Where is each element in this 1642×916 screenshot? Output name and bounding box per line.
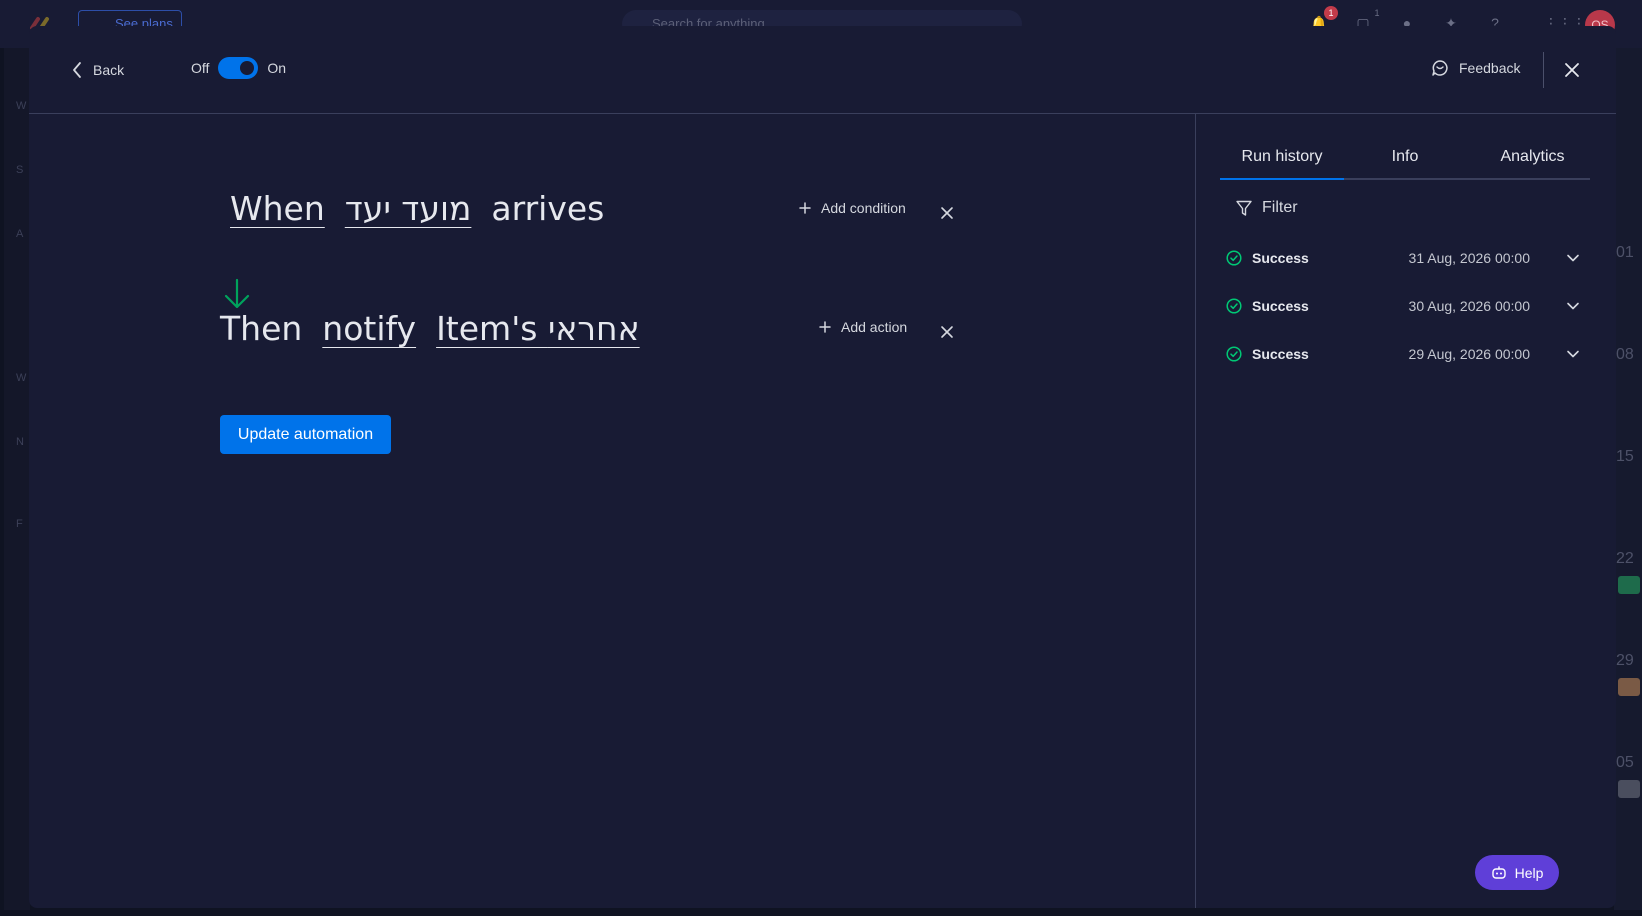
run-date: 31 Aug, 2026 00:00 <box>1408 250 1530 266</box>
calendar-event-block <box>1618 678 1640 696</box>
run-date: 30 Aug, 2026 00:00 <box>1408 298 1530 314</box>
automation-recipe-editor: When מועד יעד arrives Add condition Then… <box>29 114 1195 908</box>
success-check-icon <box>1226 298 1242 314</box>
inbox-badge: 1 <box>1374 8 1380 18</box>
chevron-down-icon[interactable] <box>1566 347 1580 361</box>
run-status: Success <box>1252 298 1309 314</box>
trigger-verb-text: arrives <box>491 189 605 228</box>
side-panel-tabs: Run history Info Analytics <box>1220 142 1590 180</box>
tab-info[interactable]: Info <box>1360 142 1450 178</box>
update-automation-button[interactable]: Update automation <box>220 415 391 454</box>
tab-analytics[interactable]: Analytics <box>1475 142 1590 178</box>
chevron-down-icon[interactable] <box>1566 251 1580 265</box>
notifications-badge: 1 <box>1324 6 1338 20</box>
success-check-icon <box>1226 250 1242 266</box>
left-nav-item[interactable]: S <box>16 164 23 176</box>
calendar-day-label: 08 <box>1616 346 1634 363</box>
run-history-row[interactable]: Success 29 Aug, 2026 00:00 <box>1226 342 1586 366</box>
plus-icon <box>819 321 831 333</box>
header-divider <box>1543 52 1544 88</box>
run-status: Success <box>1252 250 1309 266</box>
arrow-down-icon <box>224 278 250 309</box>
action-target-token[interactable]: Item's אחראי <box>436 309 640 348</box>
run-date: 29 Aug, 2026 00:00 <box>1408 346 1530 362</box>
left-nav-item[interactable]: W <box>16 372 26 384</box>
filter-funnel-icon <box>1236 200 1252 216</box>
action-notify-token[interactable]: notify <box>322 309 416 348</box>
action-then-text: Then <box>220 309 303 348</box>
app-left-nav <box>4 48 30 910</box>
close-icon[interactable] <box>1561 59 1583 81</box>
run-history-row[interactable]: Success 30 Aug, 2026 00:00 <box>1226 294 1586 318</box>
help-button[interactable]: Help <box>1475 855 1559 890</box>
remove-trigger-close-icon[interactable] <box>939 205 955 221</box>
run-status: Success <box>1252 346 1309 362</box>
robot-icon <box>1491 865 1506 879</box>
remove-action-close-icon[interactable] <box>939 324 955 340</box>
calendar-event-block <box>1618 576 1640 594</box>
run-history-row[interactable]: Success 31 Aug, 2026 00:00 <box>1226 246 1586 270</box>
automation-editor-modal: Back Off On Feedback When מועד יעד arriv… <box>29 26 1616 908</box>
trigger-sentence: When מועד יעד arrives <box>230 189 624 228</box>
automation-on-off-toggle[interactable] <box>218 57 259 79</box>
add-action-label: Add action <box>841 319 908 335</box>
left-nav-item[interactable]: F <box>16 518 23 530</box>
toggle-on-label: On <box>267 60 287 76</box>
back-button[interactable]: Back <box>71 59 124 81</box>
add-condition-label: Add condition <box>821 200 906 216</box>
trigger-date-column-token[interactable]: מועד יעד <box>345 189 472 228</box>
chevron-left-icon <box>73 62 81 78</box>
calendar-event-block <box>1618 780 1640 798</box>
automation-side-panel: Run history Info Analytics Filter Succes… <box>1195 114 1616 908</box>
filter-label: Filter <box>1262 199 1298 216</box>
add-condition-button[interactable]: Add condition <box>799 200 906 216</box>
calendar-day-label: 01 <box>1616 244 1634 261</box>
automation-toggle-group: Off On <box>191 57 286 79</box>
feedback-label: Feedback <box>1459 60 1521 76</box>
tab-run-history[interactable]: Run history <box>1220 142 1344 180</box>
calendar-day-label: 29 <box>1616 652 1634 669</box>
back-label: Back <box>93 62 125 78</box>
chevron-down-icon[interactable] <box>1566 299 1580 313</box>
success-check-icon <box>1226 346 1242 362</box>
add-action-button[interactable]: Add action <box>819 319 907 335</box>
toggle-knob <box>240 61 255 75</box>
calendar-day-label: 05 <box>1616 754 1634 771</box>
left-nav-item[interactable]: W <box>16 100 26 112</box>
help-label: Help <box>1514 864 1544 881</box>
calendar-day-label: 15 <box>1616 448 1634 465</box>
feedback-button[interactable]: Feedback <box>1431 59 1520 77</box>
modal-header: Back Off On Feedback <box>29 26 1616 114</box>
filter-button[interactable]: Filter <box>1236 199 1298 217</box>
calendar-day-label: 22 <box>1616 550 1634 567</box>
plus-icon <box>799 202 811 214</box>
left-nav-item[interactable]: N <box>16 436 24 448</box>
toggle-off-label: Off <box>191 60 210 76</box>
trigger-when-token[interactable]: When <box>230 189 325 228</box>
action-sentence: Then notify Item's אחראי <box>220 309 660 348</box>
chat-bubble-icon <box>1432 60 1448 76</box>
left-nav-item[interactable]: A <box>16 228 23 240</box>
